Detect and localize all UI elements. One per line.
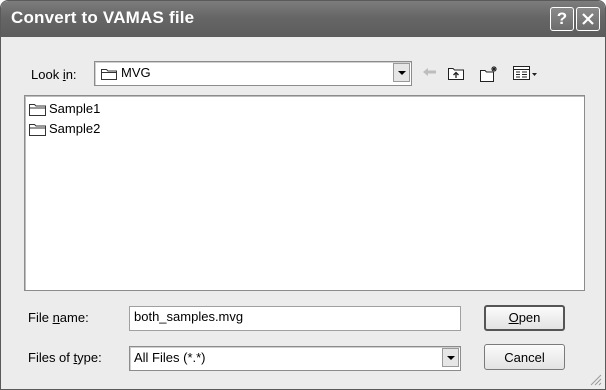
filetype-label: Files of type: xyxy=(28,350,102,365)
cancel-button[interactable]: Cancel xyxy=(484,344,565,370)
chevron-down-icon xyxy=(398,71,406,75)
folder-icon xyxy=(29,124,46,136)
help-button[interactable]: ? xyxy=(550,7,574,31)
filetype-label-pre: Files of xyxy=(28,350,74,365)
list-item-label: Sample2 xyxy=(49,121,101,136)
title-bar[interactable]: Convert to VAMAS file ? xyxy=(1,1,605,37)
file-list[interactable]: Sample1 Sample2 xyxy=(24,95,585,291)
resize-grip-icon[interactable] xyxy=(590,374,602,386)
filename-input[interactable] xyxy=(134,309,444,324)
window-title: Convert to VAMAS file xyxy=(11,8,195,27)
close-button[interactable] xyxy=(576,7,600,31)
chevron-down-icon xyxy=(447,356,455,360)
filetype-label-post: ype: xyxy=(77,350,102,365)
lookin-dropdown-button[interactable] xyxy=(393,63,410,82)
list-item-label: Sample1 xyxy=(49,101,101,116)
folder-icon xyxy=(29,104,46,116)
folder-icon xyxy=(101,69,117,80)
lookin-label-post: n: xyxy=(65,67,77,82)
convert-dialog: Convert to VAMAS file ? Look in: MVG Sam… xyxy=(0,0,606,390)
filename-label-post: ame: xyxy=(59,310,89,325)
open-button-accel: O xyxy=(508,310,519,325)
filetype-dropdown-button[interactable] xyxy=(442,348,459,367)
lookin-combobox[interactable]: MVG xyxy=(94,61,412,86)
new-folder-icon xyxy=(480,66,497,82)
filetype-combobox[interactable]: All Files (*.*) xyxy=(129,346,461,371)
view-menu-icon xyxy=(513,66,537,80)
filename-label-accel: n xyxy=(52,310,60,325)
lookin-value: MVG xyxy=(121,65,151,80)
new-folder-button[interactable] xyxy=(479,65,499,85)
open-button[interactable]: Open xyxy=(484,305,565,331)
lookin-label-pre: Look xyxy=(31,67,63,82)
view-menu-button[interactable] xyxy=(513,65,539,84)
open-button-label: pen xyxy=(518,310,541,325)
filename-label: File name: xyxy=(28,310,89,325)
lookin-label: Look in: xyxy=(31,67,77,82)
filename-label-pre: File xyxy=(28,310,53,325)
up-folder-button[interactable] xyxy=(447,65,465,84)
back-arrow-icon xyxy=(423,68,436,76)
up-folder-icon xyxy=(448,68,464,80)
filetype-value: All Files (*.*) xyxy=(134,350,206,365)
help-icon: ? xyxy=(556,9,568,28)
back-button[interactable] xyxy=(422,65,438,82)
close-icon xyxy=(582,13,594,25)
filename-field[interactable] xyxy=(129,306,461,331)
